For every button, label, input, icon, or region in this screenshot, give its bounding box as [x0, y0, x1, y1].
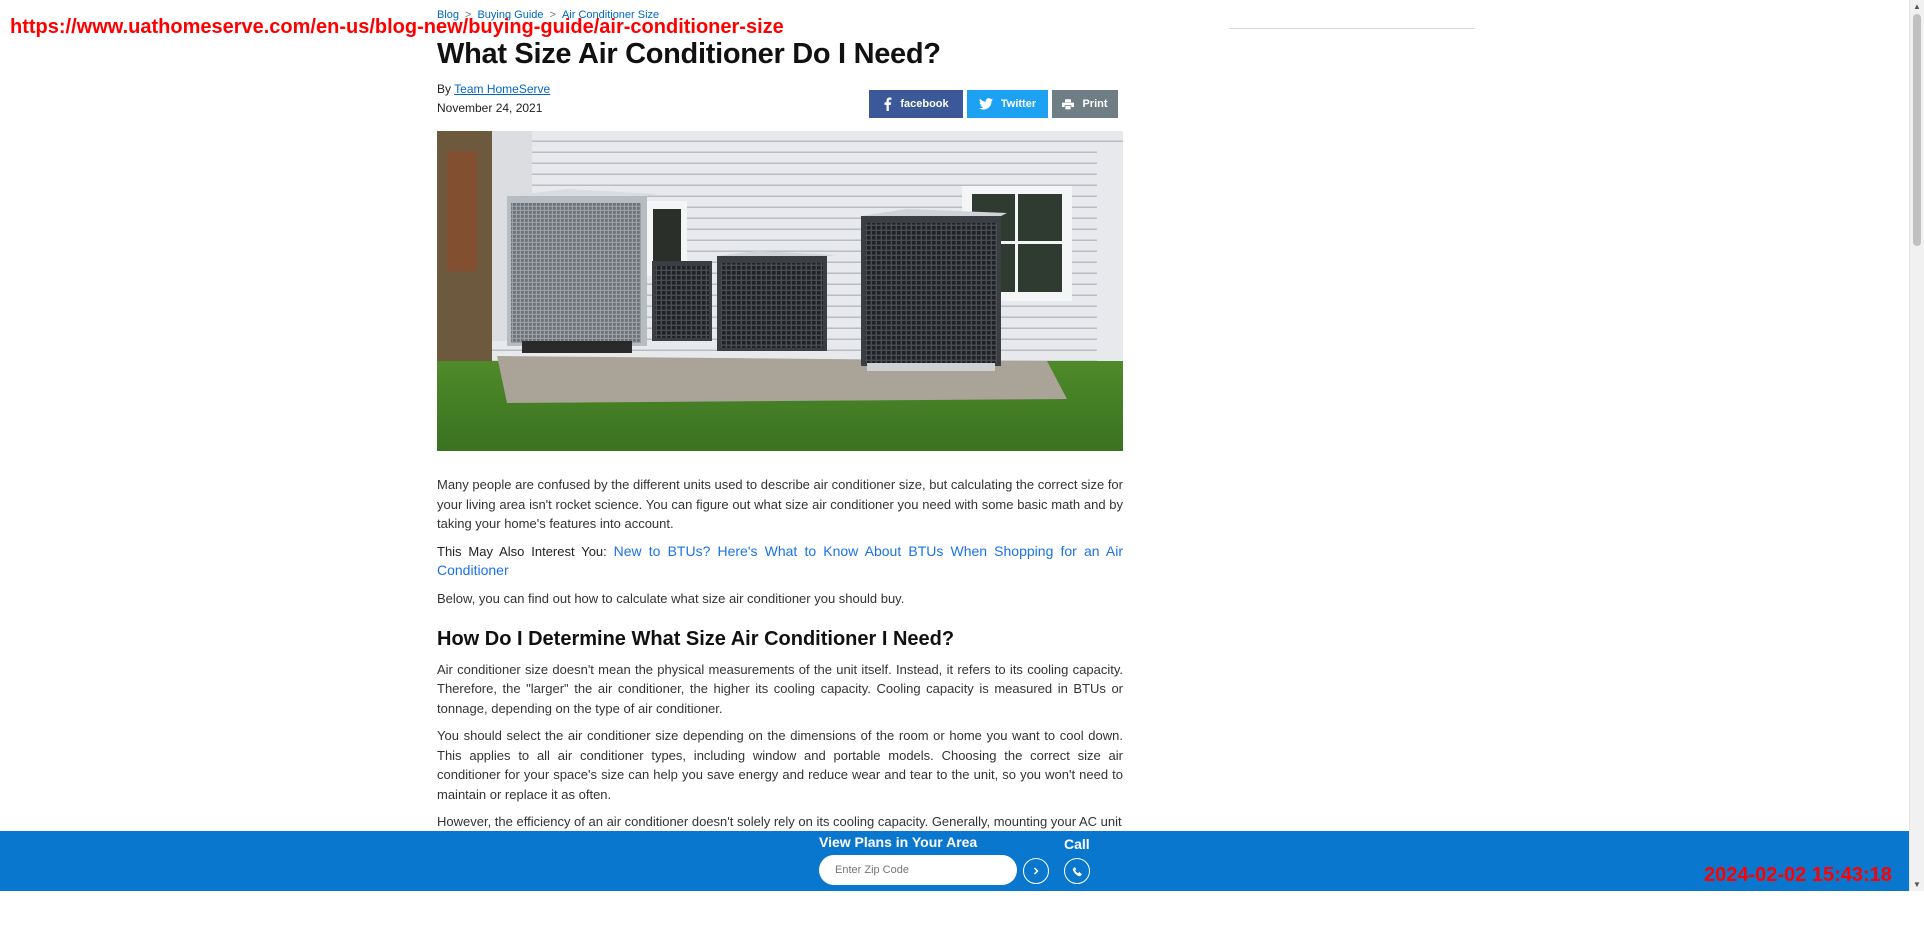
paragraph: You should select the air conditioner si… — [437, 728, 1123, 802]
zip-search-bar: View Plans in Your Area Call — [0, 831, 1909, 891]
related-label: This May Also Interest You: — [437, 543, 607, 559]
facebook-share-button[interactable]: facebook — [869, 90, 963, 118]
view-plans-title: View Plans in Your Area — [819, 834, 978, 850]
scroll-up-icon[interactable]: ▲ — [1913, 2, 1921, 11]
page-title: What Size Air Conditioner Do I Need? — [437, 38, 941, 70]
hero-image-ac-units — [437, 131, 1123, 451]
byline-prefix: By — [437, 82, 452, 96]
twitter-share-label: Twitter — [1000, 98, 1037, 110]
share-buttons: facebook Twitter Print — [869, 90, 1118, 118]
paragraph: However, the efficiency of an air condit… — [437, 814, 1122, 829]
twitter-share-button[interactable]: Twitter — [967, 90, 1048, 118]
printer-icon — [1062, 98, 1075, 110]
url-overlay: https://www.uathomeserve.com/en-us/blog-… — [10, 16, 784, 38]
scroll-down-icon[interactable]: ▼ — [1913, 880, 1921, 889]
scrollbar-thumb[interactable] — [1913, 14, 1921, 246]
twitter-icon — [978, 98, 993, 110]
author-link[interactable]: Team HomeServe — [454, 82, 550, 96]
intro-paragraph: Many people are confused by the differen… — [437, 477, 1123, 531]
call-button[interactable] — [1064, 858, 1090, 884]
facebook-icon — [884, 97, 892, 111]
byline: By Team HomeServe — [437, 82, 550, 96]
facebook-share-label: facebook — [900, 98, 949, 110]
print-label: Print — [1082, 98, 1108, 110]
zip-code-input[interactable] — [819, 855, 1017, 885]
chevron-right-icon — [1033, 867, 1039, 875]
publish-date: November 24, 2021 — [437, 101, 543, 115]
article-body: Many people are confused by the differen… — [437, 475, 1123, 840]
sidebar-divider — [1229, 28, 1475, 29]
zip-submit-button[interactable] — [1023, 858, 1049, 884]
section-heading: How Do I Determine What Size Air Conditi… — [437, 628, 955, 650]
vertical-scrollbar[interactable]: ▲ ▼ — [1909, 0, 1924, 891]
phone-icon — [1072, 866, 1082, 876]
paragraph: Air conditioner size doesn't mean the ph… — [437, 661, 1123, 716]
timestamp-overlay: 2024-02-02 15:43:18 — [1704, 864, 1892, 886]
related-article: This May Also Interest You: New to BTUs?… — [437, 542, 1123, 581]
print-button[interactable]: Print — [1052, 90, 1118, 118]
call-label: Call — [1064, 836, 1090, 852]
paragraph: Below, you can find out how to calculate… — [437, 590, 905, 606]
